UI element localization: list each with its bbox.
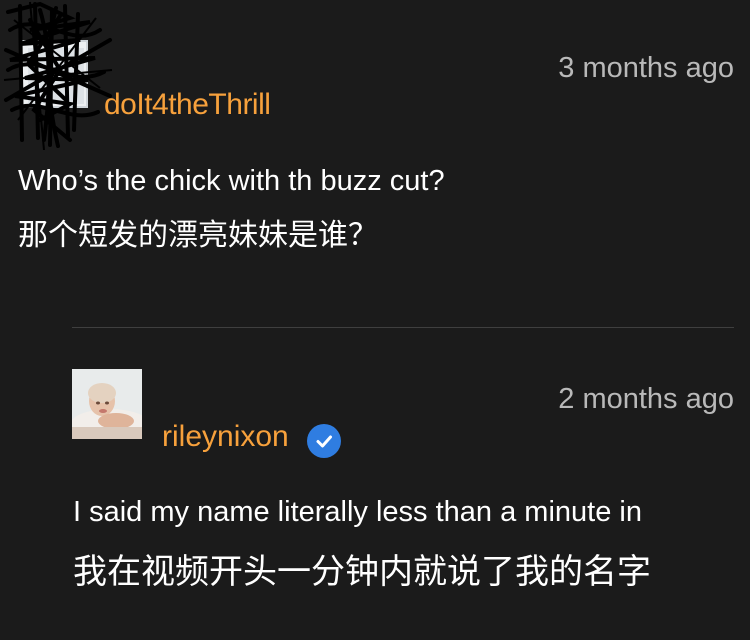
divider [72,327,734,328]
reply-timestamp: 2 months ago [558,383,734,415]
reply-translation: 我在视频开头一分钟内就说了我的名字 [73,552,651,592]
comment-thread: doIt4theThrill 3 months ago Who’s the ch… [0,0,750,640]
reply-text: I said my name literally less than a min… [73,496,642,528]
verified-badge-icon [307,424,341,458]
comment-timestamp: 3 months ago [558,52,734,84]
avatar[interactable] [72,369,142,439]
comment-translation: 那个短发的漂亮妹妹是谁？ [18,218,378,253]
comment-text: Who’s the chick with th buzz cut? [18,165,445,197]
reply-username[interactable]: rileynixon [162,420,289,454]
redaction-scribble-icon [3,1,113,150]
user-photo-avatar-icon [72,369,142,439]
comment-username[interactable]: doIt4theThrill [104,88,271,122]
